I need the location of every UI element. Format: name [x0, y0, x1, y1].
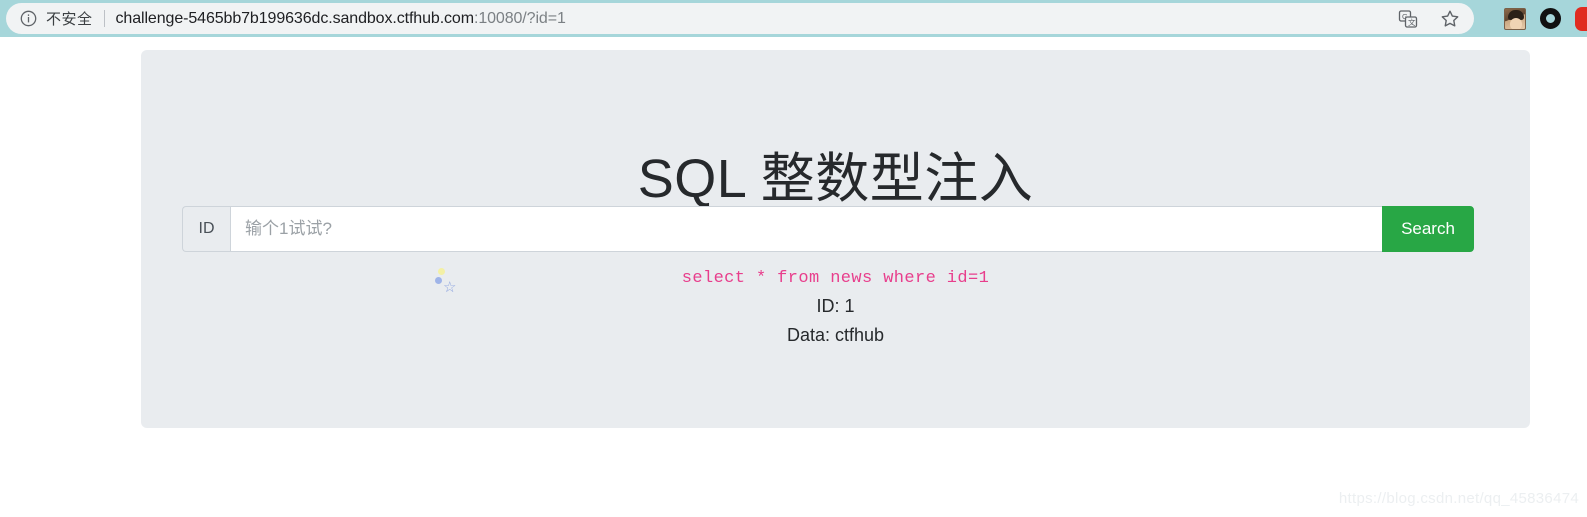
svg-text:文: 文	[1408, 17, 1416, 27]
red-extension-icon[interactable]	[1575, 6, 1587, 31]
security-status-label: 不安全	[46, 11, 93, 28]
page-title: SQL 整数型注入	[637, 149, 1034, 210]
browser-toolbar: 不安全 challenge-5465bb7b199636dc.sandbox.c…	[0, 0, 1587, 37]
url-host: challenge-5465bb7b199636dc.sandbox.ctfhu…	[115, 9, 475, 27]
id-input[interactable]	[230, 206, 1382, 252]
translate-icon[interactable]: G 文	[1398, 9, 1418, 29]
ring-icon[interactable]	[1540, 8, 1561, 29]
jumbotron-panel: SQL 整数型注入 ID Search select * from news w…	[141, 50, 1530, 428]
search-button[interactable]: Search	[1382, 206, 1474, 252]
url-path: :10080/?id=1	[473, 9, 566, 27]
id-search-form: ID Search	[182, 206, 1474, 252]
page-viewport: SQL 整数型注入 ID Search select * from news w…	[0, 37, 1587, 517]
toolbar-right-icons	[1504, 0, 1587, 37]
sql-query-text: select * from news where id=1	[681, 269, 990, 288]
info-circle-icon[interactable]	[20, 10, 37, 27]
result-data-line: Data: ctfhub	[786, 324, 885, 345]
omnibox-actions: G 文	[1398, 3, 1460, 34]
address-bar[interactable]: 不安全 challenge-5465bb7b199636dc.sandbox.c…	[6, 3, 1474, 34]
watermark-text: https://blog.csdn.net/qq_45836474	[1338, 490, 1579, 507]
avatar[interactable]	[1504, 7, 1526, 30]
omnibox-divider	[103, 10, 105, 27]
result-id-line: ID: 1	[816, 295, 855, 316]
query-results: select * from news where id=1 ID: 1 Data…	[141, 266, 1530, 350]
id-label: ID	[182, 206, 230, 252]
star-icon[interactable]	[1440, 9, 1460, 29]
url-text[interactable]: challenge-5465bb7b199636dc.sandbox.ctfhu…	[116, 10, 566, 28]
